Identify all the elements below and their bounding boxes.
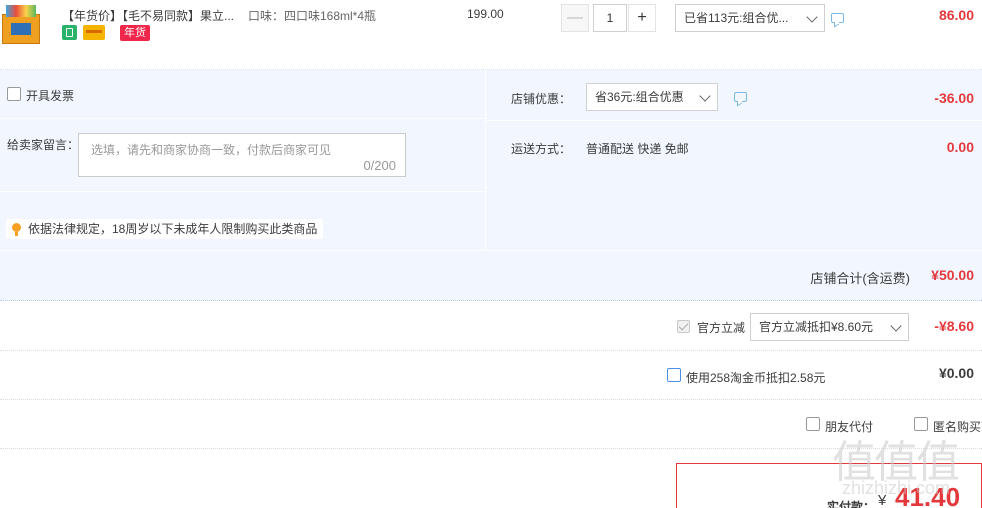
official-discount-row: 官方立减 官方立减抵扣¥8.60元 -¥8.60 xyxy=(0,302,982,351)
product-row: 【年货价】【毛不易同款】果立... 口味：四口味168ml*4瓶 年货 199.… xyxy=(0,0,982,70)
chevron-down-icon xyxy=(699,90,711,102)
bulb-icon xyxy=(12,223,21,236)
official-discount-selected: 官方立减抵扣¥8.60元 xyxy=(759,320,874,334)
chat-icon[interactable] xyxy=(734,92,747,102)
unit-price: 199.00 xyxy=(467,7,504,21)
shipping-amount: 0.00 xyxy=(946,139,974,155)
message-label: 给卖家留言： xyxy=(7,138,80,152)
invoice-label[interactable]: 开具发票 xyxy=(26,87,74,104)
chevron-down-icon xyxy=(890,320,902,332)
payment-summary: 实付款： ¥ 41.40 xyxy=(676,463,982,508)
chat-icon[interactable] xyxy=(831,13,844,23)
nianhuo-badge: 年货 xyxy=(120,25,150,41)
taobao-coin-amount: ¥0.00 xyxy=(938,365,974,381)
card-icon[interactable] xyxy=(83,25,105,40)
shop-discount-select[interactable]: 省36元:组合优惠 xyxy=(586,83,718,111)
quantity-plus-button[interactable]: + xyxy=(628,4,656,32)
product-title[interactable]: 【年货价】【毛不易同款】果立... xyxy=(62,7,234,24)
panel-right: 店铺优惠： 省36元:组合优惠 -36.00 运送方式： 普通配送 快递 免邮 … xyxy=(486,70,982,250)
official-discount-select[interactable]: 官方立减抵扣¥8.60元 xyxy=(750,313,909,341)
message-textarea[interactable]: 选填，请先和商家协商一致，付款后商家可见 0/200 xyxy=(78,133,406,177)
item-subtotal: 86.00 xyxy=(938,7,974,23)
official-discount-label: 官方立减 xyxy=(697,321,746,335)
taobao-coin-checkbox[interactable] xyxy=(667,368,681,382)
quantity-input[interactable]: 1 xyxy=(593,4,627,32)
official-discount-amount: -¥8.60 xyxy=(934,318,974,334)
taobao-coin-label[interactable]: 使用258淘金币抵扣2.58元 xyxy=(686,369,825,386)
shipping-label: 运送方式： xyxy=(511,142,572,156)
product-thumbnail[interactable] xyxy=(0,0,50,46)
shop-total-amount: ¥50.00 xyxy=(931,267,974,283)
friend-pay-label[interactable]: 朋友代付 xyxy=(825,418,873,435)
shipping-method: 普通配送 快递 免邮 xyxy=(586,142,689,156)
chevron-down-icon xyxy=(806,11,818,23)
item-promo-selected: 已省113元:组合优... xyxy=(684,11,789,25)
panel-left: 开具发票 给卖家留言： 选填，请先和商家协商一致，付款后商家可见 0/200 依… xyxy=(0,70,486,250)
anonymous-label[interactable]: 匿名购买 xyxy=(933,418,981,435)
law-notice: 依据法律规定，18周岁以下未成年人限制购买此类商品 xyxy=(6,219,324,239)
message-placeholder: 选填，请先和商家协商一致，付款后商家可见 xyxy=(91,143,332,157)
product-spec: 口味：四口味168ml*4瓶 xyxy=(248,9,377,23)
payment-label: 实付款： xyxy=(827,500,876,508)
shop-discount-selected: 省36元:组合优惠 xyxy=(595,90,684,104)
anonymous-checkbox[interactable] xyxy=(914,417,928,431)
guarantee-icon[interactable] xyxy=(62,25,77,40)
pay-options-row: 朋友代付 匿名购买 xyxy=(0,400,982,449)
official-discount-checkbox[interactable] xyxy=(677,320,690,333)
invoice-checkbox[interactable] xyxy=(7,87,21,101)
shop-total-label: 店铺合计(含运费) xyxy=(810,271,910,286)
message-counter: 0/200 xyxy=(363,158,396,173)
shop-total-row: 店铺合计(含运费) ¥50.00 xyxy=(0,251,982,301)
shop-discount-amount: -36.00 xyxy=(934,90,974,106)
shop-discount-label: 店铺优惠： xyxy=(511,92,572,106)
quantity-minus-button[interactable]: — xyxy=(561,4,589,32)
law-notice-text: 依据法律规定，18周岁以下未成年人限制购买此类商品 xyxy=(28,222,318,236)
order-options-panel: 开具发票 给卖家留言： 选填，请先和商家协商一致，付款后商家可见 0/200 依… xyxy=(0,70,982,301)
friend-pay-checkbox[interactable] xyxy=(806,417,820,431)
payment-currency: ¥ xyxy=(878,492,887,508)
item-promo-select[interactable]: 已省113元:组合优... xyxy=(675,4,825,32)
payment-amount: 41.40 xyxy=(895,482,961,508)
taobao-coin-row: 使用258淘金币抵扣2.58元 ¥0.00 xyxy=(0,351,982,400)
